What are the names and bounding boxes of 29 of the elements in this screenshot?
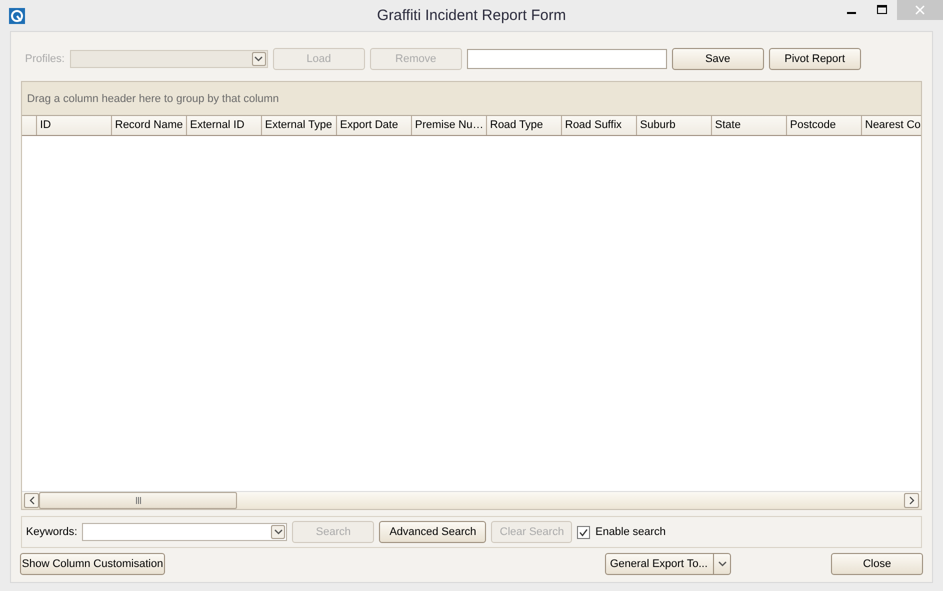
search-button[interactable]: Advanced Search [379,521,486,543]
column-header[interactable]: ID [37,116,112,135]
scroll-left-icon[interactable] [24,493,39,508]
column-header[interactable]: Nearest Co [862,116,921,135]
column-header[interactable]: Premise Nu… [412,116,487,135]
column-header[interactable]: Road Type [487,116,562,135]
scrollbar-thumb[interactable] [39,492,237,509]
column-header[interactable]: External Type [262,116,337,135]
enable-search-checkbox[interactable] [577,526,590,538]
footer-button[interactable]: Close [831,553,923,575]
name-field[interactable] [466,49,667,69]
column-header[interactable]: Suburb [637,116,712,135]
column-header[interactable]: Record Name [112,116,187,135]
keywords-label: Keywords: [26,526,78,538]
footer-button[interactable]: Show Column Customisation [20,553,165,575]
export-split-button[interactable]: General Export To... [605,553,731,575]
toolbar-button[interactable]: Pivot Report [768,48,861,70]
profiles-label: Profiles: [25,53,65,65]
enable-search-label: Enable search [595,526,666,538]
column-header[interactable]: Export Date [337,116,412,135]
column-header[interactable]: Postcode [787,116,862,135]
app-logo-icon [9,8,25,24]
column-header[interactable]: Road Suffix [562,116,637,135]
column-header[interactable]: State [712,116,787,135]
group-panel-hint: Drag a column header here to group by that column [22,82,921,115]
scroll-right-icon[interactable] [904,493,919,508]
window-title: Graffiti Incident Report Form [376,7,567,24]
column-header[interactable]: External ID [187,116,262,135]
toolbar-button[interactable]: Save [672,48,764,70]
